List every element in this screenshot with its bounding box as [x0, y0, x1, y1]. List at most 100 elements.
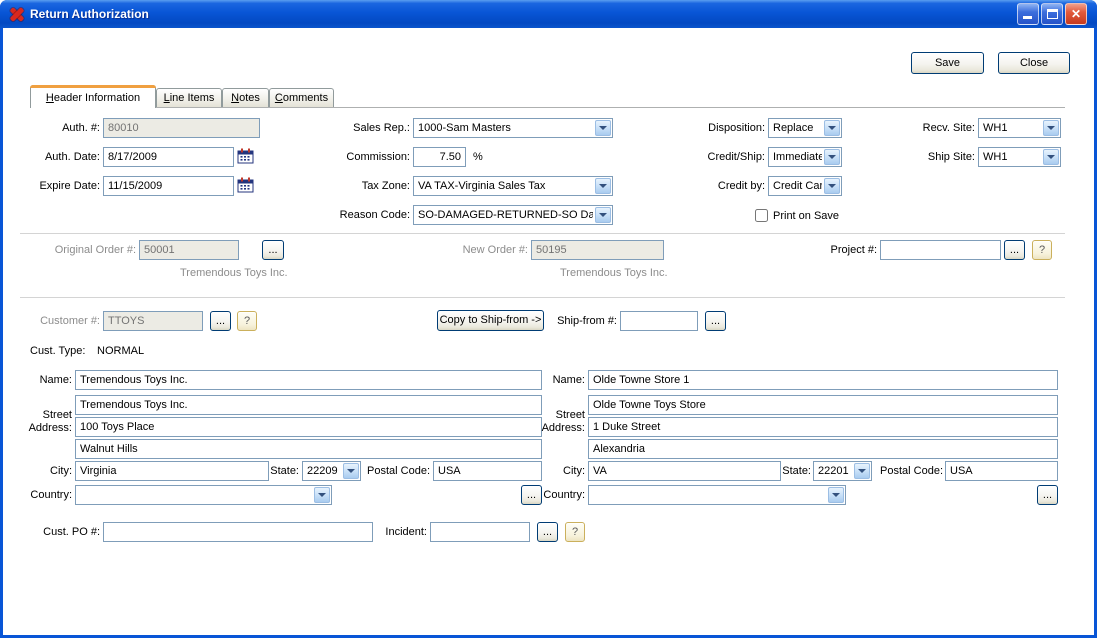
original-order-field[interactable] [139, 240, 239, 260]
commission-field[interactable] [413, 147, 466, 167]
recv-site-label: Recv. Site: [875, 118, 975, 138]
billto-street-label: Street Address: [12, 409, 72, 435]
print-on-save-checkbox[interactable] [755, 209, 768, 222]
percent-label: % [473, 147, 493, 167]
shipfrom-country-select[interactable] [588, 485, 846, 505]
incident-label: Incident: [327, 522, 427, 542]
shipfrom-address-line2-field[interactable] [588, 417, 1058, 437]
maximize-icon [1047, 9, 1058, 19]
billto-address-line1-field[interactable] [75, 395, 542, 415]
shipfrom-address-line1-field[interactable] [588, 395, 1058, 415]
shipfrom-name-field[interactable] [588, 370, 1058, 390]
title-bar: Return Authorization ✕ [0, 0, 1097, 28]
shipfrom-address-line3-field[interactable] [588, 439, 1058, 459]
app-icon [9, 6, 25, 22]
auth-date-calendar-button[interactable] [236, 148, 255, 167]
window-title: Return Authorization [30, 7, 149, 21]
disposition-select[interactable]: Replace [768, 118, 842, 138]
tax-zone-label: Tax Zone: [310, 176, 410, 196]
new-order-field[interactable] [531, 240, 664, 260]
new-order-label: New Order #: [428, 240, 528, 260]
project-lookup-button[interactable]: ... [1004, 240, 1025, 260]
expire-date-label: Expire Date: [0, 176, 100, 196]
credit-ship-select[interactable]: Immediately [768, 147, 842, 167]
project-number-field[interactable] [880, 240, 1001, 260]
original-order-label: Original Order #: [0, 240, 136, 260]
save-button[interactable]: Save [911, 52, 984, 74]
tab-notes[interactable]: Notes [222, 88, 269, 107]
chevron-down-icon [1043, 149, 1059, 165]
shipfrom-country-label: Country: [513, 485, 585, 505]
minimize-icon [1023, 16, 1032, 19]
close-window-button[interactable]: ✕ [1065, 3, 1087, 25]
print-on-save-label: Print on Save [773, 206, 863, 226]
expire-date-field[interactable] [103, 176, 234, 196]
billto-name-field[interactable] [75, 370, 542, 390]
billto-name-label: Name: [0, 370, 72, 390]
customer-number-label: Customer #: [0, 311, 100, 331]
shipfrom-postal-field[interactable] [945, 461, 1058, 481]
ship-site-select[interactable]: WH1 [978, 147, 1061, 167]
shipfrom-state-label: State: [751, 461, 811, 481]
tab-comments[interactable]: Comments [269, 88, 334, 107]
billto-state-label: State: [239, 461, 299, 481]
disposition-label: Disposition: [665, 118, 765, 138]
commission-label: Commission: [310, 147, 410, 167]
calendar-icon [237, 148, 254, 164]
billto-country-select[interactable] [75, 485, 332, 505]
ship-from-lookup-button[interactable]: ... [705, 311, 726, 331]
sales-rep-label: Sales Rep.: [310, 118, 410, 138]
billto-address-line2-field[interactable] [75, 417, 542, 437]
incident-field[interactable] [430, 522, 530, 542]
customer-number-field[interactable] [103, 311, 203, 331]
chevron-down-icon [824, 120, 840, 136]
customer-type-label: Cust. Type: [30, 341, 92, 361]
chevron-down-icon [824, 149, 840, 165]
tab-line-items[interactable]: Line Items [156, 88, 222, 107]
auth-date-label: Auth. Date: [0, 147, 100, 167]
chevron-down-icon [595, 178, 611, 194]
incident-lookup-button[interactable]: ... [537, 522, 558, 542]
return-authorization-window: Return Authorization ✕ Save Close Header… [0, 0, 1097, 638]
customer-lookup-button[interactable]: ... [210, 311, 231, 331]
original-order-lookup-button[interactable]: ... [262, 240, 284, 260]
project-number-label: Project #: [777, 240, 877, 260]
shipfrom-address-lookup-button[interactable]: ... [1037, 485, 1058, 505]
chevron-down-icon [314, 487, 330, 503]
shipfrom-postal-label: Postal Code: [865, 461, 943, 481]
minimize-button[interactable] [1017, 3, 1039, 25]
sales-rep-select[interactable]: 1000-Sam Masters [413, 118, 613, 138]
section-divider [20, 297, 1065, 298]
incident-info-button[interactable]: ? [565, 522, 585, 542]
cust-po-label: Cust. PO #: [0, 522, 100, 542]
expire-date-calendar-button[interactable] [236, 177, 255, 196]
recv-site-select[interactable]: WH1 [978, 118, 1061, 138]
credit-by-select[interactable]: Credit Card [768, 176, 842, 196]
shipfrom-city-label: City: [513, 461, 585, 481]
shipfrom-street-label: Street Address: [525, 409, 585, 435]
ship-site-label: Ship Site: [875, 147, 975, 167]
tab-baseline [30, 107, 1065, 108]
billto-country-label: Country: [0, 485, 72, 505]
section-divider [20, 233, 1065, 234]
chevron-down-icon [828, 487, 844, 503]
billto-postal-label: Postal Code: [352, 461, 430, 481]
shipfrom-state-select[interactable]: 22201 [813, 461, 872, 481]
maximize-button[interactable] [1041, 3, 1063, 25]
tax-zone-select[interactable]: VA TAX-Virginia Sales Tax [413, 176, 613, 196]
customer-type-value: NORMAL [97, 341, 197, 361]
chevron-down-icon [595, 207, 611, 223]
reason-code-select[interactable]: SO-DAMAGED-RETURNED-SO Damage [413, 205, 613, 225]
ship-from-number-field[interactable] [620, 311, 698, 331]
close-button[interactable]: Close [998, 52, 1070, 74]
auth-number-label: Auth. #: [0, 118, 100, 138]
ship-from-number-label: Ship-from #: [517, 311, 617, 331]
new-order-customer-name: Tremendous Toys Inc. [560, 263, 760, 283]
chevron-down-icon [1043, 120, 1059, 136]
billto-address-line3-field[interactable] [75, 439, 542, 459]
tab-header-information[interactable]: Header Information [30, 85, 156, 108]
customer-info-button[interactable]: ? [237, 311, 257, 331]
project-info-button[interactable]: ? [1032, 240, 1052, 260]
auth-number-field[interactable] [103, 118, 260, 138]
auth-date-field[interactable] [103, 147, 234, 167]
